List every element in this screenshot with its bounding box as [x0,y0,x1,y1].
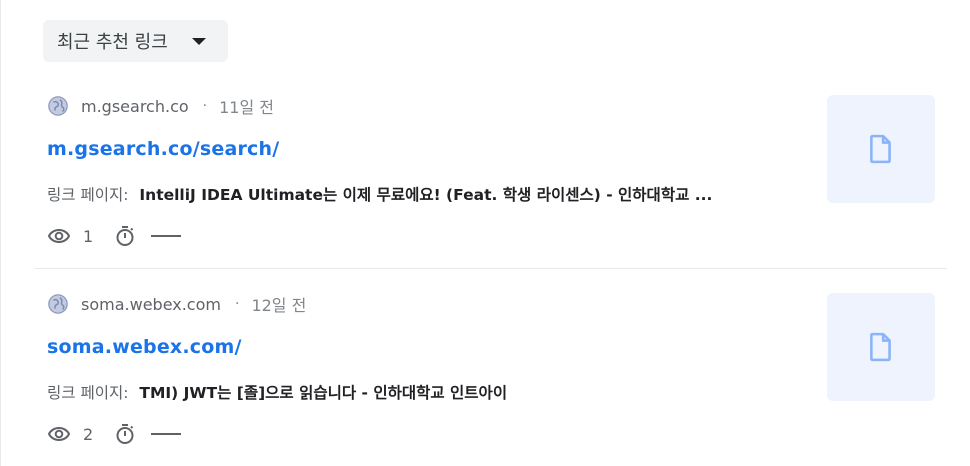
link-url[interactable]: soma.webex.com/ [47,336,242,358]
description-text: TMI) JWT는 [졸]으로 읽습니다 - 인하대학교 인트아이 [139,384,508,402]
caret-down-icon [191,37,206,45]
link-thumbnail[interactable] [827,293,935,401]
description-label: 링크 페이지: [47,384,129,402]
link-domain: m.gsearch.co [81,96,189,116]
document-icon [870,332,891,362]
link-stats: 2 [47,422,182,446]
link-thumbnail[interactable] [827,95,935,203]
time-ago: 11일 전 [219,98,274,117]
recent-links-dropdown[interactable]: 최근 추천 링크 [43,20,228,62]
link-item: m.gsearch.co · 11일 전 m.gsearch.co/search… [1,82,970,272]
globe-icon [48,294,68,314]
link-description: 링크 페이지: TMI) JWT는 [졸]으로 읽습니다 - 인하대학교 인트아… [47,381,507,403]
globe-icon [48,96,68,116]
document-icon [870,134,891,164]
link-meta: soma.webex.com · 12일 전 [47,292,306,316]
duration-placeholder [151,235,182,237]
link-domain: soma.webex.com [81,294,221,314]
description-label: 링크 페이지: [47,186,129,204]
recent-links-panel: 최근 추천 링크 m.gsearch.co · 11일 전 m.gsearch.… [0,0,970,466]
item-divider [34,268,947,269]
description-text: IntelliJ IDEA Ultimate는 이제 무료에요! (Feat. … [139,186,713,204]
link-stats: 1 [47,224,182,248]
meta-separator: · [202,98,208,114]
timer-icon [116,424,134,444]
link-url[interactable]: m.gsearch.co/search/ [47,138,279,160]
eye-icon [47,426,71,442]
eye-icon [47,228,71,244]
meta-separator: · [234,296,240,312]
dropdown-label: 최근 추천 링크 [57,32,168,53]
duration-placeholder [151,433,182,435]
link-description: 링크 페이지: IntelliJ IDEA Ultimate는 이제 무료에요!… [47,183,712,205]
link-item: soma.webex.com · 12일 전 soma.webex.com/ 링… [1,280,970,466]
view-count: 1 [83,226,94,246]
time-ago: 12일 전 [251,296,307,315]
view-count: 2 [83,424,94,444]
timer-icon [116,226,134,246]
link-meta: m.gsearch.co · 11일 전 [47,94,274,118]
